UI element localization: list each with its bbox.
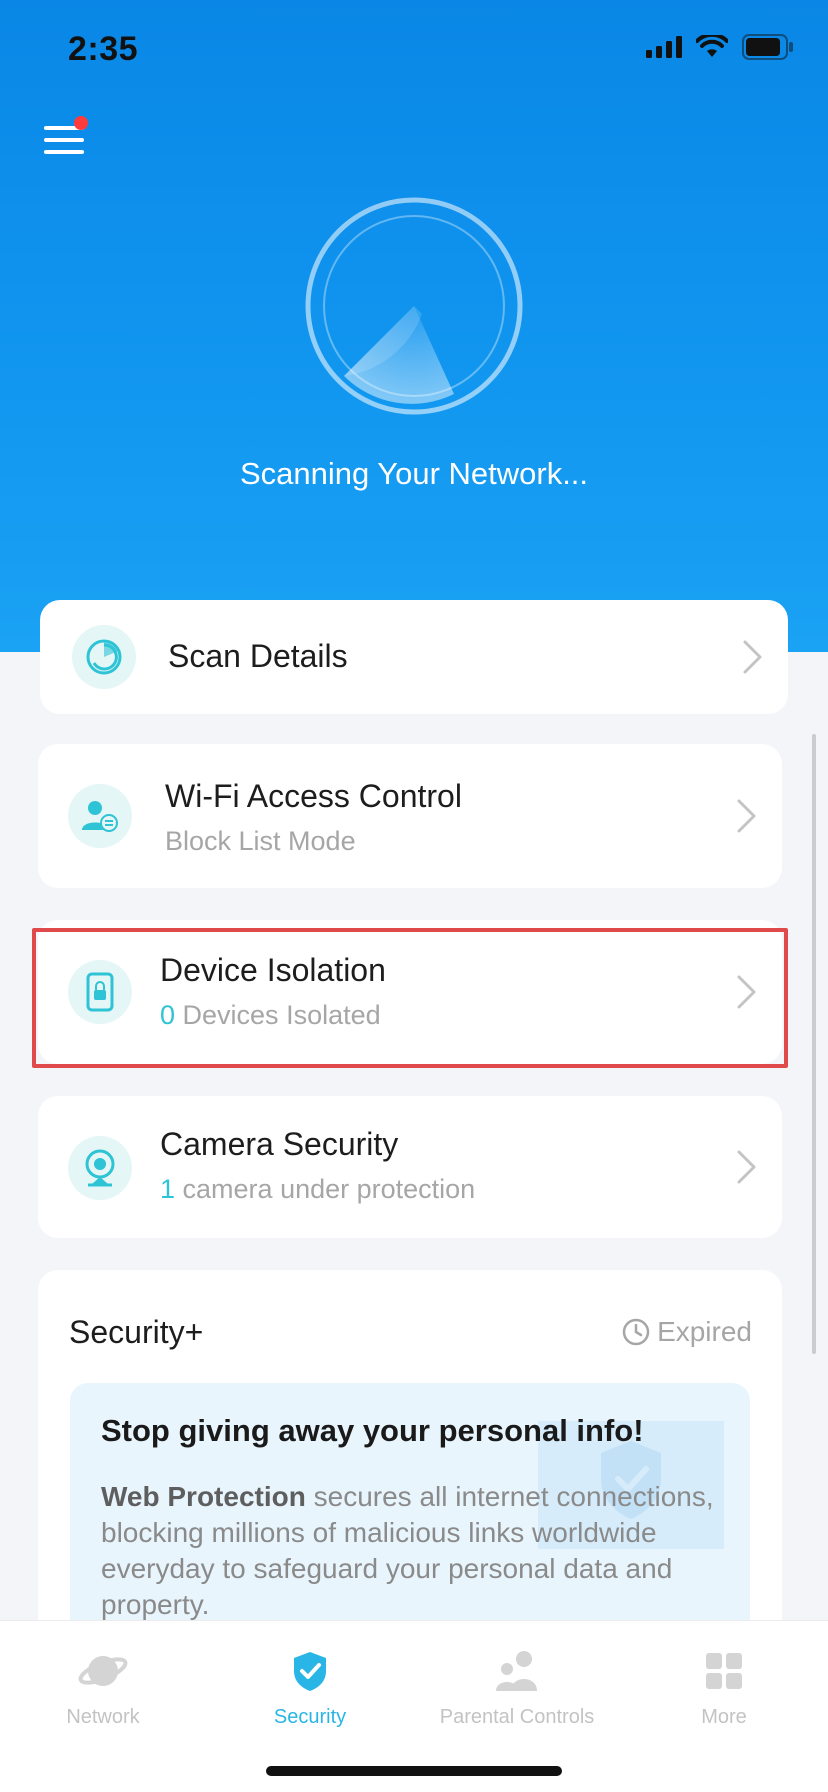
camera-security-subtitle: 1 camera under protection bbox=[160, 1174, 475, 1205]
camera-security-title: Camera Security bbox=[160, 1126, 399, 1162]
promo-body: Web Protection secures all internet conn… bbox=[101, 1479, 721, 1623]
tab-network[interactable]: Network bbox=[3, 1649, 203, 1729]
tab-security[interactable]: Security bbox=[210, 1649, 410, 1729]
home-indicator bbox=[266, 1766, 562, 1776]
scrollbar[interactable] bbox=[812, 734, 816, 1354]
status-bar: 2:35 bbox=[0, 0, 828, 100]
camera-security-card[interactable]: Camera Security 1 camera under protectio… bbox=[38, 1096, 782, 1238]
clock-icon bbox=[622, 1318, 650, 1346]
security-plus-title: Security+ bbox=[69, 1314, 204, 1350]
tab-security-label: Security bbox=[273, 1706, 347, 1728]
tab-more-label: More bbox=[701, 1706, 747, 1728]
highlight-box bbox=[32, 928, 788, 1068]
camera-icon bbox=[68, 1136, 132, 1200]
tab-parental-label: Parental Controls bbox=[439, 1706, 595, 1728]
shield-check-icon bbox=[294, 1652, 326, 1691]
wifi-icon bbox=[696, 35, 728, 57]
expired-status: Expired bbox=[621, 1316, 752, 1348]
camera-label: camera under protection bbox=[175, 1174, 476, 1204]
tab-parental-controls[interactable]: Parental Controls bbox=[417, 1649, 617, 1729]
chevron-right-icon bbox=[737, 1150, 756, 1184]
camera-count: 1 bbox=[160, 1174, 176, 1204]
chevron-right-icon bbox=[743, 640, 762, 674]
scan-radar-icon bbox=[305, 197, 523, 415]
scan-details-title: Scan Details bbox=[168, 638, 348, 674]
status-time: 2:35 bbox=[68, 30, 139, 68]
scan-details-card[interactable]: Scan Details bbox=[40, 600, 788, 714]
scan-status-text: Scanning Your Network... bbox=[239, 456, 589, 491]
battery-icon bbox=[742, 34, 793, 60]
grid-icon bbox=[706, 1653, 742, 1689]
chevron-right-icon bbox=[737, 799, 756, 833]
signal-icon bbox=[646, 36, 682, 58]
wifi-access-control-card[interactable]: Wi-Fi Access Control Block List Mode bbox=[38, 744, 782, 888]
promo-bold: Web Protection bbox=[101, 1481, 306, 1512]
family-icon bbox=[496, 1651, 537, 1691]
wifi-access-subtitle: Block List Mode bbox=[165, 826, 356, 856]
scan-details-icon bbox=[72, 625, 136, 689]
web-protection-promo[interactable]: Stop giving away your personal info! Web… bbox=[70, 1383, 750, 1643]
tab-network-label: Network bbox=[66, 1706, 140, 1728]
user-block-icon bbox=[68, 784, 132, 848]
tab-more[interactable]: More bbox=[624, 1649, 824, 1729]
notification-dot bbox=[74, 116, 88, 130]
expired-label: Expired bbox=[657, 1316, 752, 1347]
menu-button[interactable] bbox=[42, 116, 88, 158]
wifi-access-title: Wi-Fi Access Control bbox=[165, 778, 462, 814]
planet-icon bbox=[78, 1656, 128, 1686]
promo-heading: Stop giving away your personal info! bbox=[101, 1413, 644, 1448]
